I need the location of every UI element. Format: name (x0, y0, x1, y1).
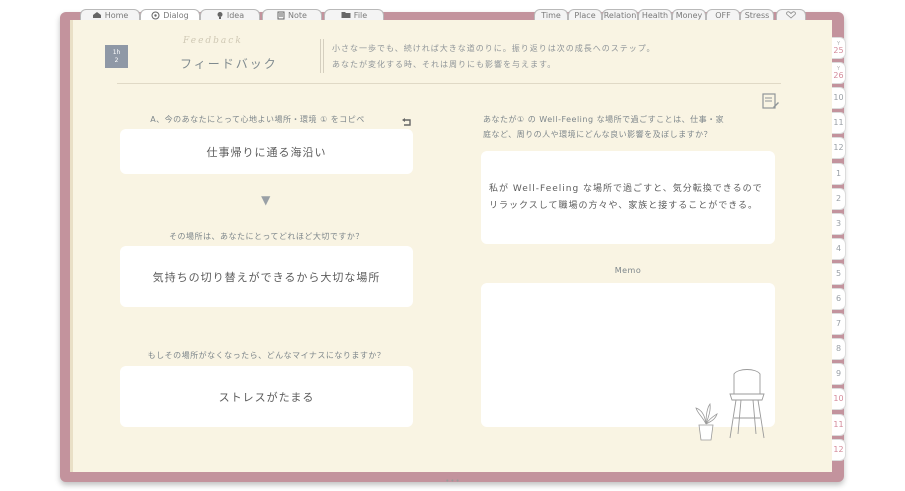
right-question-line-2: 庭など、周りの人や環境にどんな良い影響を及ぼしますか？ (483, 130, 713, 139)
answer-3-card[interactable]: ストレスがたまる (120, 366, 413, 427)
month-tab-label: 10 (833, 394, 844, 404)
lightbulb-icon (216, 11, 224, 20)
answer-2-text: 気持ちの切り替えができるから大切な場所 (152, 270, 381, 284)
tab-relation[interactable]: Relation (602, 9, 638, 20)
header-rule (117, 83, 781, 84)
tab-home-label: Home (104, 10, 129, 20)
intro-line-1: 小さな一歩でも、続ければ大きな道のりに。振り返りは次の成長へのステップ。 (332, 44, 656, 53)
tab-stress[interactable]: Stress (740, 9, 774, 20)
month-tab-label: 9 (835, 369, 842, 379)
tab-place-label: Place (574, 10, 596, 20)
answer-2-card[interactable]: 気持ちの切り替えができるから大切な場所 (120, 246, 413, 307)
question-1-label: A、今のあなたにとって心地よい場所・環境 ① をコピペ (150, 115, 365, 124)
month-tab-label: 26 (833, 70, 844, 80)
page-indicator-dots[interactable]: ••• (441, 477, 465, 485)
day-badge-number: 2 (114, 56, 119, 64)
edit-note-icon[interactable] (762, 93, 780, 115)
dialog-icon (151, 11, 160, 20)
tab-home[interactable]: Home (80, 9, 140, 20)
month-tab[interactable]: 1 (832, 162, 846, 185)
right-question-line-1: あなたが① の Well-Feeling な場所で過ごすことは、仕事・家 (483, 115, 725, 124)
month-tab-label: 4 (835, 243, 842, 253)
month-tab[interactable]: 11 (832, 112, 846, 135)
month-tab-label: 12 (833, 143, 844, 153)
note-icon (277, 11, 285, 20)
right-answer-line-1: 私が Well-Feeling な場所で過ごすと、気分転換できるので (489, 183, 763, 194)
down-arrow-icon: ▼ (261, 193, 271, 207)
home-icon (92, 11, 102, 19)
month-tab-label: 1 (835, 168, 842, 178)
question-3-label: もしその場所がなくなったら、どんなマイナスになりますか？ (147, 351, 386, 360)
month-tab[interactable]: 3 (832, 212, 846, 235)
plant-illustration (692, 402, 720, 446)
page-title: フィードバック (180, 57, 278, 71)
folder-icon (341, 11, 351, 19)
question-2-label: その場所は、あなたにとってどれほど大切ですか？ (169, 232, 364, 241)
month-tab[interactable]: 6 (832, 288, 846, 310)
month-tab[interactable]: 4 (832, 237, 846, 260)
tab-idea-label: Idea (226, 10, 245, 20)
month-tab[interactable]: Y 26 (832, 62, 846, 85)
tab-relation-label: Relation (603, 10, 637, 20)
header-divider (320, 39, 321, 73)
answer-3-text: ストレスがたまる (218, 390, 315, 404)
tab-time-label: Time (541, 10, 561, 20)
tab-money[interactable]: Money (672, 9, 706, 20)
tab-off[interactable]: OFF (706, 9, 740, 20)
script-title: Feedback (183, 36, 243, 46)
month-tab-label: 12 (833, 444, 844, 454)
intro-line-2: あなたが変化する時、それは周りにも影響を与えます。 (332, 60, 557, 69)
page-binding (70, 20, 73, 472)
right-answer-line-2: リラックスして職場の方々や、家族と接することができる。 (489, 200, 759, 211)
month-tab-label: 11 (833, 118, 844, 128)
month-tab-label: 2 (835, 193, 842, 203)
month-tab[interactable]: 10 (832, 388, 846, 411)
tab-file-label: File (353, 10, 368, 20)
month-tab-label: 25 (833, 45, 844, 55)
month-tab[interactable]: 11 (832, 413, 846, 436)
tab-dialog-label: Dialog (163, 10, 189, 20)
tab-dialog[interactable]: Dialog (140, 9, 200, 20)
tab-file[interactable]: File (324, 9, 384, 20)
month-tab-label: 5 (835, 268, 842, 278)
month-tab-label: 10 (833, 93, 844, 103)
month-tab-label: 8 (835, 344, 842, 354)
day-badge: 1h 2 (105, 45, 128, 68)
tab-health[interactable]: Health (638, 9, 672, 20)
month-tab-label: 6 (835, 294, 842, 303)
day-badge-top: 1h (112, 48, 121, 56)
month-tab[interactable]: 9 (832, 363, 846, 386)
month-tab[interactable]: 5 (832, 262, 846, 285)
month-tab[interactable]: 7 (832, 313, 846, 336)
tab-place[interactable]: Place (568, 9, 602, 20)
heart-icon (786, 11, 796, 19)
right-answer-card[interactable]: 私が Well-Feeling な場所で過ごすと、気分転換できるので リラックス… (481, 151, 775, 244)
answer-1-card[interactable]: 仕事帰りに通る海沿い (120, 129, 413, 174)
tab-money-label: Money (675, 10, 703, 20)
memo-label: Memo (614, 266, 642, 275)
tab-note-label: Note (288, 10, 307, 20)
tab-idea[interactable]: Idea (200, 9, 260, 20)
chair-illustration (726, 368, 768, 444)
month-tab[interactable]: 10 (832, 87, 846, 110)
month-tab[interactable]: 8 (832, 338, 846, 361)
month-tab[interactable]: 2 (832, 187, 846, 210)
tab-time[interactable]: Time (534, 9, 568, 20)
tab-note[interactable]: Note (262, 9, 322, 20)
tab-health-label: Health (641, 10, 669, 20)
answer-1-text: 仕事帰りに通る海沿い (206, 145, 327, 159)
tab-stress-label: Stress (744, 10, 770, 20)
month-tab[interactable]: Y 25 (832, 37, 846, 59)
month-tab[interactable]: 12 (832, 438, 846, 461)
header-divider (323, 39, 324, 73)
tab-favorite[interactable] (776, 9, 806, 20)
month-tab-label: 7 (835, 319, 842, 329)
month-tab-label: 3 (835, 218, 842, 228)
month-tab[interactable]: 12 (832, 137, 846, 160)
tab-off-label: OFF (715, 10, 731, 20)
month-tab-label: 11 (833, 419, 844, 429)
